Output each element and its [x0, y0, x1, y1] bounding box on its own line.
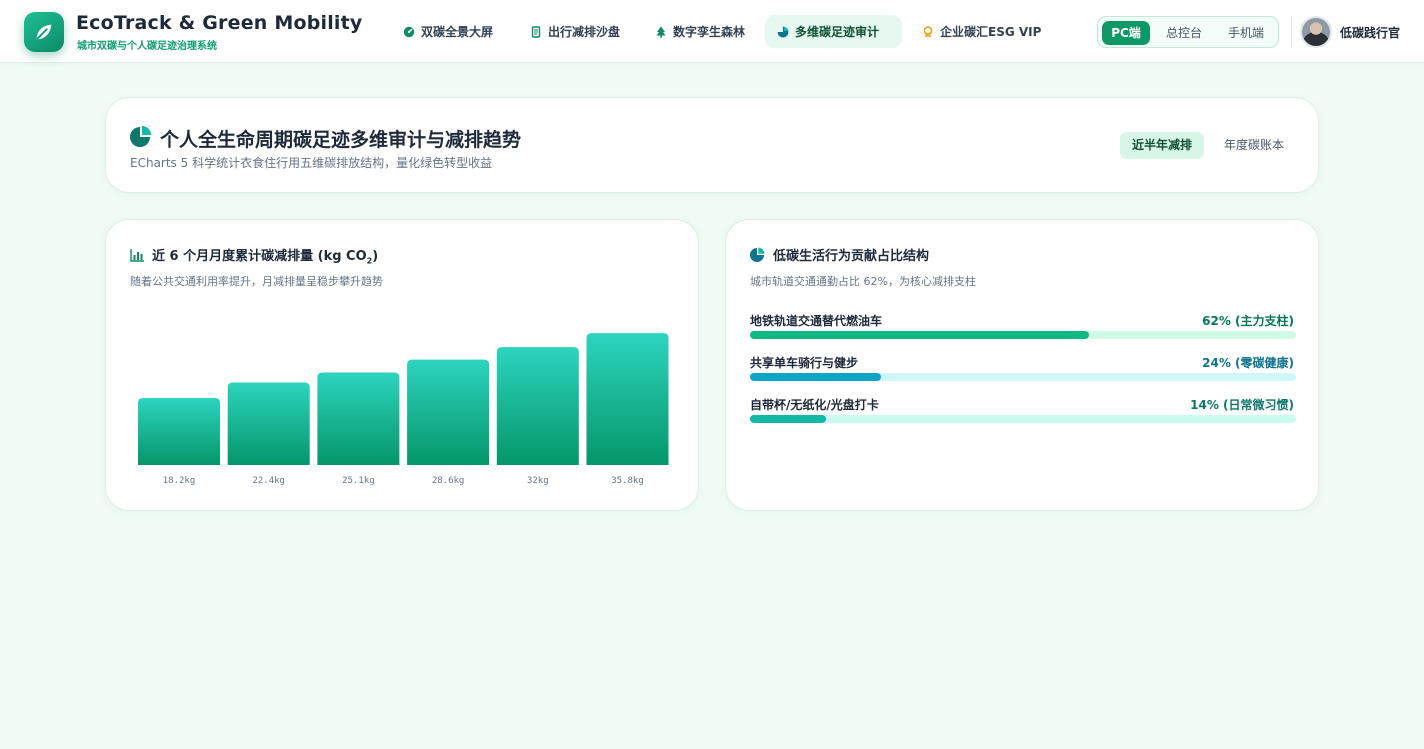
monthly-reduction-card: 近 6 个月月度累计碳减排量 (kg CO2) 随着公共交通利用率提升，月减排量… [105, 219, 699, 511]
mix-subtitle: 城市轨道交通通勤占比 62%，为核心减排支柱 [750, 275, 976, 288]
behavior-mix-card: 低碳生活行为贡献占比结构 城市轨道交通通勤占比 62%，为核心减排支柱 地铁轨道… [725, 219, 1319, 511]
nav-label: 企业碳汇ESG VIP [940, 25, 1042, 39]
nav-item-forest[interactable]: 数字孪生森林 [643, 15, 757, 48]
nav-label: 多维碳足迹审计 [795, 25, 880, 39]
chart-bar[interactable] [138, 397, 220, 465]
document-icon [530, 25, 542, 38]
mix-row-label: 共享单车骑行与健步 [750, 356, 859, 370]
nav-label: 数字孪生森林 [673, 25, 746, 39]
chart-x-tick-label: 32kg [527, 476, 549, 486]
mix-row-label: 地铁轨道交通替代燃油车 [750, 314, 883, 328]
leaf-icon [36, 24, 52, 40]
chart-bar[interactable] [407, 359, 490, 465]
pie-chart-icon [130, 126, 151, 147]
header-divider [1291, 16, 1292, 48]
pie-chart-icon [777, 26, 789, 38]
audit-header-card: 个人全生命周期碳足迹多维审计与减排趋势 ECharts 5 科学统计衣食住行用五… [105, 97, 1319, 193]
chart-x-tick-label: 18.2kg [163, 476, 196, 486]
user-avatar[interactable] [1300, 16, 1332, 48]
nav-label: 双碳全景大屏 [421, 25, 494, 39]
chart-bar[interactable] [227, 382, 310, 465]
mix-row-value: 62% (主力支柱) [1202, 314, 1294, 328]
chart-bar[interactable] [496, 347, 579, 465]
nav-item-esg-vip[interactable]: 企业碳汇ESG VIP [910, 15, 1053, 48]
mode-option-pc[interactable]: PC端 [1102, 21, 1150, 45]
mix-progress-fill [750, 373, 882, 381]
tab-annual-ledger[interactable]: 年度碳账本 [1212, 132, 1296, 159]
mix-progress-track [750, 373, 1296, 381]
tree-icon [655, 26, 667, 38]
nav-item-audit[interactable]: 多维碳足迹审计 [765, 15, 902, 48]
mix-title: 低碳生活行为贡献占比结构 [773, 249, 930, 264]
view-mode-switch: PC端 总控台 手机端 [1097, 16, 1279, 48]
mode-option-mobile[interactable]: 手机端 [1218, 21, 1274, 45]
brand-title: EcoTrack & Green Mobility [76, 12, 363, 34]
mix-progress-track [750, 415, 1296, 423]
medal-icon [922, 25, 934, 38]
chart-x-tick-label: 35.8kg [611, 476, 644, 486]
chart-bar[interactable] [317, 372, 400, 465]
mix-progress-fill [750, 415, 827, 423]
chart-bar[interactable] [586, 333, 669, 465]
brand-logo[interactable] [24, 12, 64, 52]
nav-item-travel[interactable]: 出行减排沙盘 [518, 15, 632, 48]
chart-x-tick-label: 28.6kg [432, 476, 465, 486]
user-name[interactable]: 低碳践行官 [1340, 24, 1400, 41]
mode-option-console[interactable]: 总控台 [1156, 21, 1212, 45]
chart-x-tick-label: 22.4kg [252, 476, 285, 486]
page-title: 个人全生命周期碳足迹多维审计与减排趋势 [160, 129, 522, 151]
nav-label: 出行减排沙盘 [548, 25, 621, 39]
mix-progress-fill [750, 331, 1089, 339]
chart-x-tick-label: 25.1kg [342, 476, 375, 486]
mix-row-value: 14% (日常微习惯) [1190, 398, 1294, 412]
mix-row-value: 24% (零碳健康) [1202, 356, 1294, 370]
nav-item-overview[interactable]: 双碳全景大屏 [391, 15, 505, 48]
mix-row-label: 自带杯/无纸化/光盘打卡 [750, 398, 879, 412]
brand-subtitle: 城市双碳与个人碳足迹治理系统 [77, 41, 217, 52]
page-subtitle: ECharts 5 科学统计衣食住行用五维碳排放结构，量化绿色转型收益 [130, 156, 493, 170]
pie-chart-icon [750, 247, 765, 262]
mix-header: 低碳生活行为贡献占比结构 [750, 245, 929, 264]
dashboard-icon [403, 26, 415, 38]
monthly-bar-chart: 18.2kg 22.4kg 25.1kg 28.6kg 32kg 35.8kg [138, 333, 669, 486]
top-navigation-bar: EcoTrack & Green Mobility 城市双碳与个人碳足迹治理系统… [0, 0, 1424, 63]
tab-half-year[interactable]: 近半年减排 [1120, 132, 1205, 159]
mix-progress-track [750, 331, 1296, 339]
